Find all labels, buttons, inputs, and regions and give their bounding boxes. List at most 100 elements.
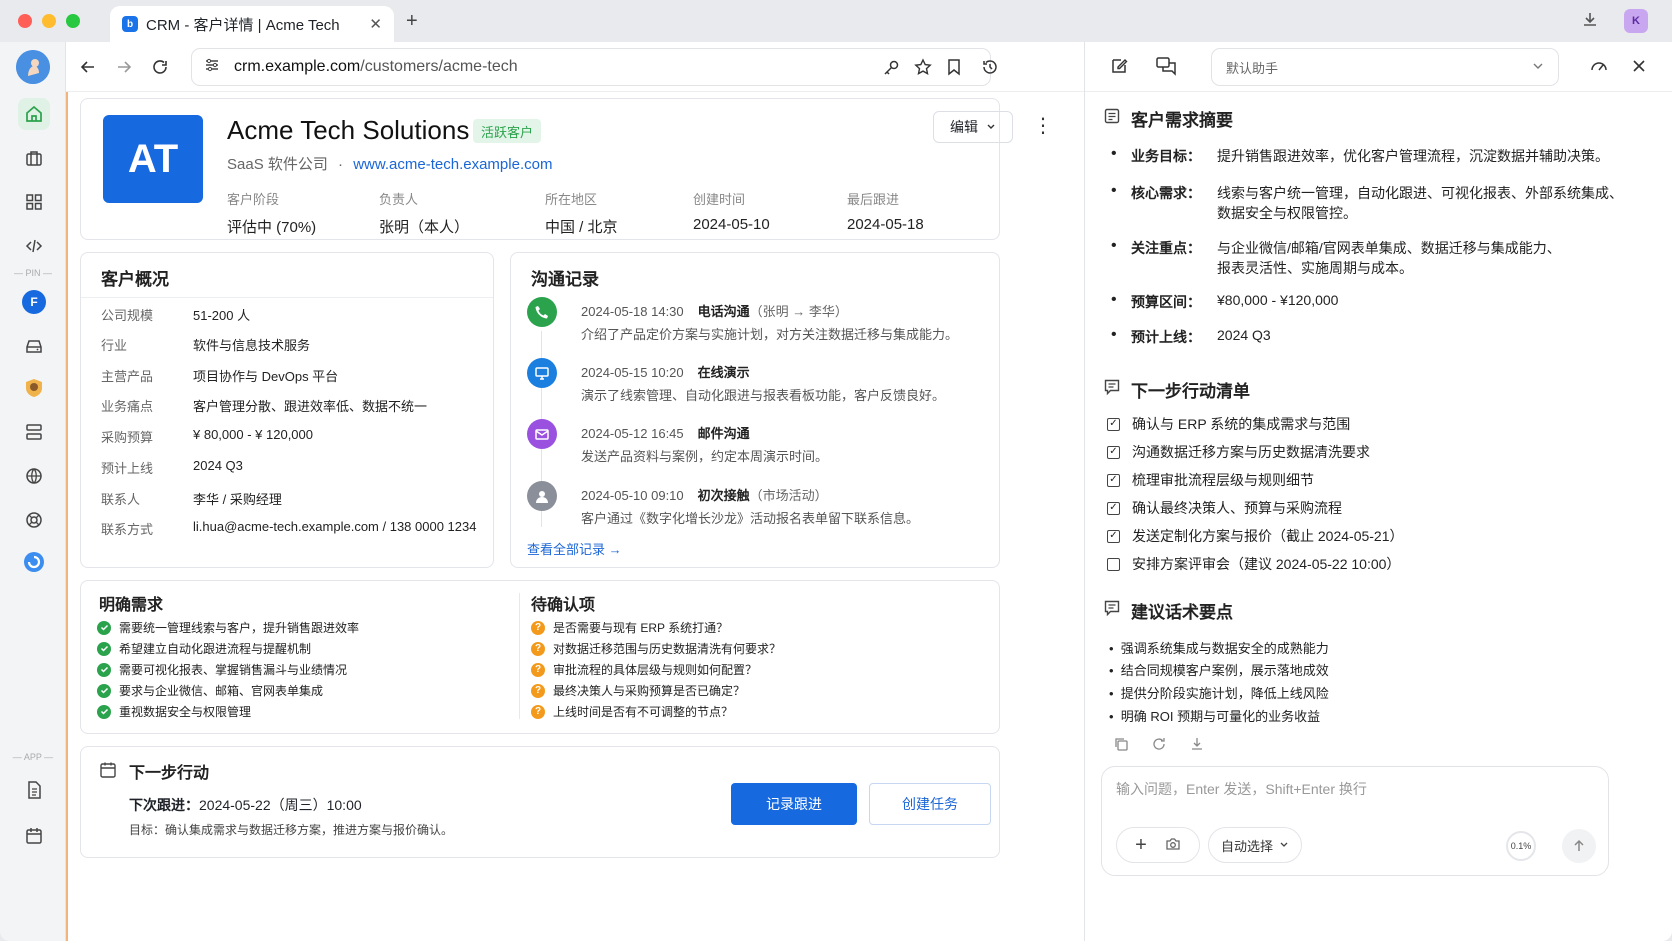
meta-stage: 客户阶段 评估中 (70%) <box>227 192 317 236</box>
chat-input-box[interactable]: 输入问题，Enter 发送，Shift+Enter 换行 + 自动选择 0.1% <box>1101 766 1609 876</box>
talk-point: • 提供分阶段实施计划，降低上线风险 <box>1109 686 1329 701</box>
overview-title: 客户概况 <box>101 270 169 289</box>
close-window-button[interactable] <box>18 14 32 28</box>
url-field[interactable]: crm.example.com/customers/acme-tech <box>191 48 991 86</box>
talk-point: • 明确 ROI 预期与可量化的业务收益 <box>1109 709 1321 724</box>
action-item[interactable]: ✓ 确认最终决策人、预算与采购流程 <box>1107 498 1342 518</box>
globe-icon[interactable] <box>18 460 50 492</box>
view-all-records-link[interactable]: 查看全部记录 → <box>527 539 622 558</box>
new-chat-icon[interactable] <box>1109 56 1129 81</box>
briefcase-icon[interactable] <box>18 142 50 174</box>
chevron-down-icon <box>1279 838 1289 853</box>
server-icon[interactable] <box>18 416 50 448</box>
close-panel-icon[interactable] <box>1629 56 1649 81</box>
support-icon[interactable] <box>18 504 50 536</box>
swirl-app-icon[interactable] <box>18 546 50 578</box>
pending-item: ? 审批流程的具体层级与规则如何配置？ <box>531 661 757 678</box>
key-icon[interactable] <box>882 59 900 82</box>
send-button[interactable] <box>1562 829 1596 863</box>
talk-point: • 结合同规模客户案例，展示落地成效 <box>1109 663 1329 678</box>
download-icon[interactable] <box>1580 10 1600 35</box>
action-item[interactable]: ✓ 梳理审批流程层级与规则细节 <box>1107 470 1314 490</box>
site-settings-icon[interactable] <box>204 57 220 78</box>
regenerate-icon[interactable] <box>1151 736 1167 757</box>
chat-input-placeholder[interactable]: 输入问题，Enter 发送，Shift+Enter 换行 <box>1116 779 1367 799</box>
create-task-button[interactable]: 创建任务 <box>869 783 991 825</box>
next-action-card: 下一步行动 下次跟进：2024-05-22（周三）10:00 目标：确认集成需求… <box>80 746 1000 858</box>
forward-icon[interactable] <box>112 55 136 79</box>
speed-icon[interactable] <box>1589 56 1609 81</box>
action-item[interactable]: ✓ 发送定制化方案与报价（截止 2024-05-21） <box>1107 526 1404 546</box>
close-tab-icon[interactable]: ✕ <box>369 15 382 33</box>
history-icon[interactable] <box>978 55 1002 79</box>
extension-icon[interactable]: K <box>1624 9 1648 33</box>
action-item[interactable]: ✓ 沟通数据迁移方案与历史数据清洗要求 <box>1107 442 1370 462</box>
check-circle-icon <box>97 662 111 677</box>
checkbox-checked-icon: ✓ <box>1107 529 1120 543</box>
minimize-window-button[interactable] <box>42 14 56 28</box>
tab-strip: b CRM - 客户详情 | Acme Tech ✕ + K <box>0 0 1672 42</box>
summary-item: • 预计上线： 2024 Q3 <box>1111 326 1271 346</box>
check-circle-icon <box>97 683 111 698</box>
customer-subtitle: SaaS 软件公司 · www.acme-tech.example.com <box>227 156 553 173</box>
customer-type: SaaS 软件公司 <box>227 156 328 173</box>
user-icon <box>527 481 557 511</box>
needs-title: 明确需求 <box>99 597 164 614</box>
assistant-toolbar: 默认助手 <box>1085 42 1672 92</box>
summary-item-continued: 数据安全与权限管控。 <box>1217 205 1357 221</box>
copy-icon[interactable] <box>1113 736 1129 757</box>
apps-grid-icon[interactable] <box>18 186 50 218</box>
tab-favicon-icon: b <box>122 16 138 32</box>
app-section-label: — APP — <box>12 752 54 762</box>
bookmark-icon[interactable] <box>942 55 966 79</box>
meta-last-followup: 最后跟进 2024-05-18 <box>847 192 924 233</box>
home-icon[interactable] <box>18 98 50 130</box>
action-item[interactable]: 安排方案评审会（建议 2024-05-22 10:00） <box>1107 554 1400 574</box>
question-circle-icon: ? <box>531 641 545 656</box>
mode-selector[interactable]: 自动选择 <box>1208 827 1302 863</box>
checkbox-checked-icon: ✓ <box>1107 445 1120 459</box>
question-circle-icon: ? <box>531 704 545 719</box>
calendar-icon[interactable] <box>18 820 50 852</box>
overview-row: 业务痛点 客户管理分散、跟进效率低、数据不统一 <box>101 399 428 414</box>
new-tab-button[interactable]: + <box>406 10 418 33</box>
customer-website-link[interactable]: www.acme-tech.example.com <box>353 156 552 173</box>
browser-tab[interactable]: b CRM - 客户详情 | Acme Tech ✕ <box>110 6 394 42</box>
action-item[interactable]: ✓ 确认与 ERP 系统的集成需求与范围 <box>1107 414 1350 434</box>
crm-page: AT Acme Tech Solutions 活跃客户 SaaS 软件公司 · … <box>66 92 1084 941</box>
overview-card: 客户概况 公司规模 51-200 人 行业 软件与信息技术服务 主营产品 项目协作与 … <box>80 252 494 568</box>
reload-icon[interactable] <box>148 55 172 79</box>
usage-indicator: 0.1% <box>1506 831 1536 861</box>
need-item: 希望建立自动化跟进流程与提醒机制 <box>97 640 311 657</box>
drive-icon[interactable] <box>18 330 50 362</box>
badge-app-icon[interactable] <box>18 372 50 404</box>
next-followup: 下次跟进：2024-05-22（周三）10:00 <box>129 797 362 813</box>
check-circle-icon <box>97 620 111 635</box>
url-domain: crm.example.com <box>234 58 361 75</box>
export-icon[interactable] <box>1189 736 1205 757</box>
camera-icon[interactable] <box>1165 837 1181 854</box>
maximize-window-button[interactable] <box>66 14 80 28</box>
assistant-selector[interactable]: 默认助手 <box>1211 48 1559 86</box>
code-icon[interactable] <box>18 230 50 262</box>
f-app-icon[interactable]: F <box>18 286 50 318</box>
need-item: 需要统一管理线索与客户，提升销售跟进效率 <box>97 619 359 636</box>
star-icon[interactable] <box>914 58 932 81</box>
monitor-icon <box>527 358 557 388</box>
edit-button[interactable]: 编辑 <box>933 111 1013 143</box>
document-icon[interactable] <box>18 774 50 806</box>
need-item: 重视数据安全与权限管理 <box>97 703 251 720</box>
plus-icon[interactable]: + <box>1135 834 1147 857</box>
summary-item: • 核心需求： 线索与客户统一管理，自动化跟进、可视化报表、外部系统集成、 <box>1111 182 1623 202</box>
need-item: 要求与企业微信、邮箱、官网表单集成 <box>97 682 323 699</box>
record-followup-button[interactable]: 记录跟进 <box>731 783 857 825</box>
more-options-icon[interactable]: ⋮ <box>1033 113 1053 138</box>
meta-created: 创建时间 2024-05-10 <box>693 192 770 233</box>
talk-point: • 强调系统集成与数据安全的成熟能力 <box>1109 641 1329 656</box>
attach-pill: + <box>1116 827 1200 863</box>
profile-avatar[interactable] <box>16 50 50 84</box>
chat-history-icon[interactable] <box>1155 56 1177 81</box>
actions-section-title: 下一步行动清单 <box>1103 377 1250 402</box>
back-icon[interactable] <box>76 55 100 79</box>
meta-region: 所在地区 中国 / 北京 <box>545 192 618 236</box>
